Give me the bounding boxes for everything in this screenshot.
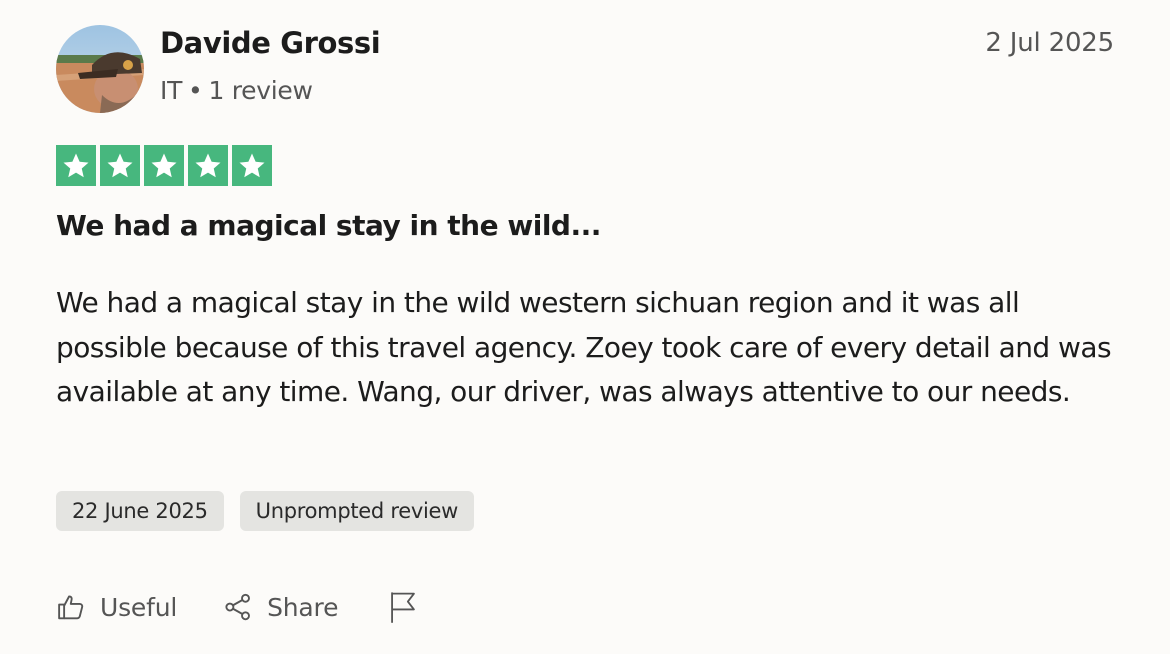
review-body: We had a magical stay in the wild wester… bbox=[56, 286, 1112, 408]
reviewer-name[interactable]: Davide Grossi bbox=[160, 26, 381, 60]
review-card: Davide Grossi IT • 1 review 2 Jul 2025 We … bbox=[0, 0, 1170, 654]
experience-date-tag: 22 June 2025 bbox=[56, 491, 224, 531]
reviewer-review-count: 1 review bbox=[208, 76, 313, 105]
useful-label: Useful bbox=[100, 592, 178, 622]
review-posted-date: 2 Jul 2025 bbox=[985, 28, 1114, 58]
reviewer-meta: IT • 1 review bbox=[160, 76, 313, 105]
star-icon bbox=[232, 145, 272, 186]
thumbs-up-icon bbox=[56, 592, 86, 622]
review-title: We had a magical stay in the wild... bbox=[56, 209, 601, 242]
reviewer-country: IT bbox=[160, 76, 183, 105]
star-icon bbox=[100, 145, 140, 186]
unprompted-review-tag[interactable]: Unprompted review bbox=[239, 491, 474, 531]
meta-separator: • bbox=[188, 76, 203, 105]
share-button[interactable]: Share bbox=[223, 592, 338, 622]
report-flag-button[interactable] bbox=[388, 590, 418, 624]
share-label: Share bbox=[267, 592, 339, 622]
flag-icon bbox=[388, 590, 418, 624]
review-tags: 22 June 2025 Unprompted review bbox=[56, 491, 474, 531]
star-rating bbox=[56, 145, 272, 186]
star-icon bbox=[56, 145, 96, 186]
star-icon bbox=[144, 145, 184, 186]
share-icon bbox=[223, 592, 253, 622]
review-actions: Useful Share bbox=[56, 590, 418, 624]
star-icon bbox=[188, 145, 228, 186]
reviewer-avatar[interactable] bbox=[56, 25, 144, 113]
useful-button[interactable]: Useful bbox=[56, 592, 177, 622]
